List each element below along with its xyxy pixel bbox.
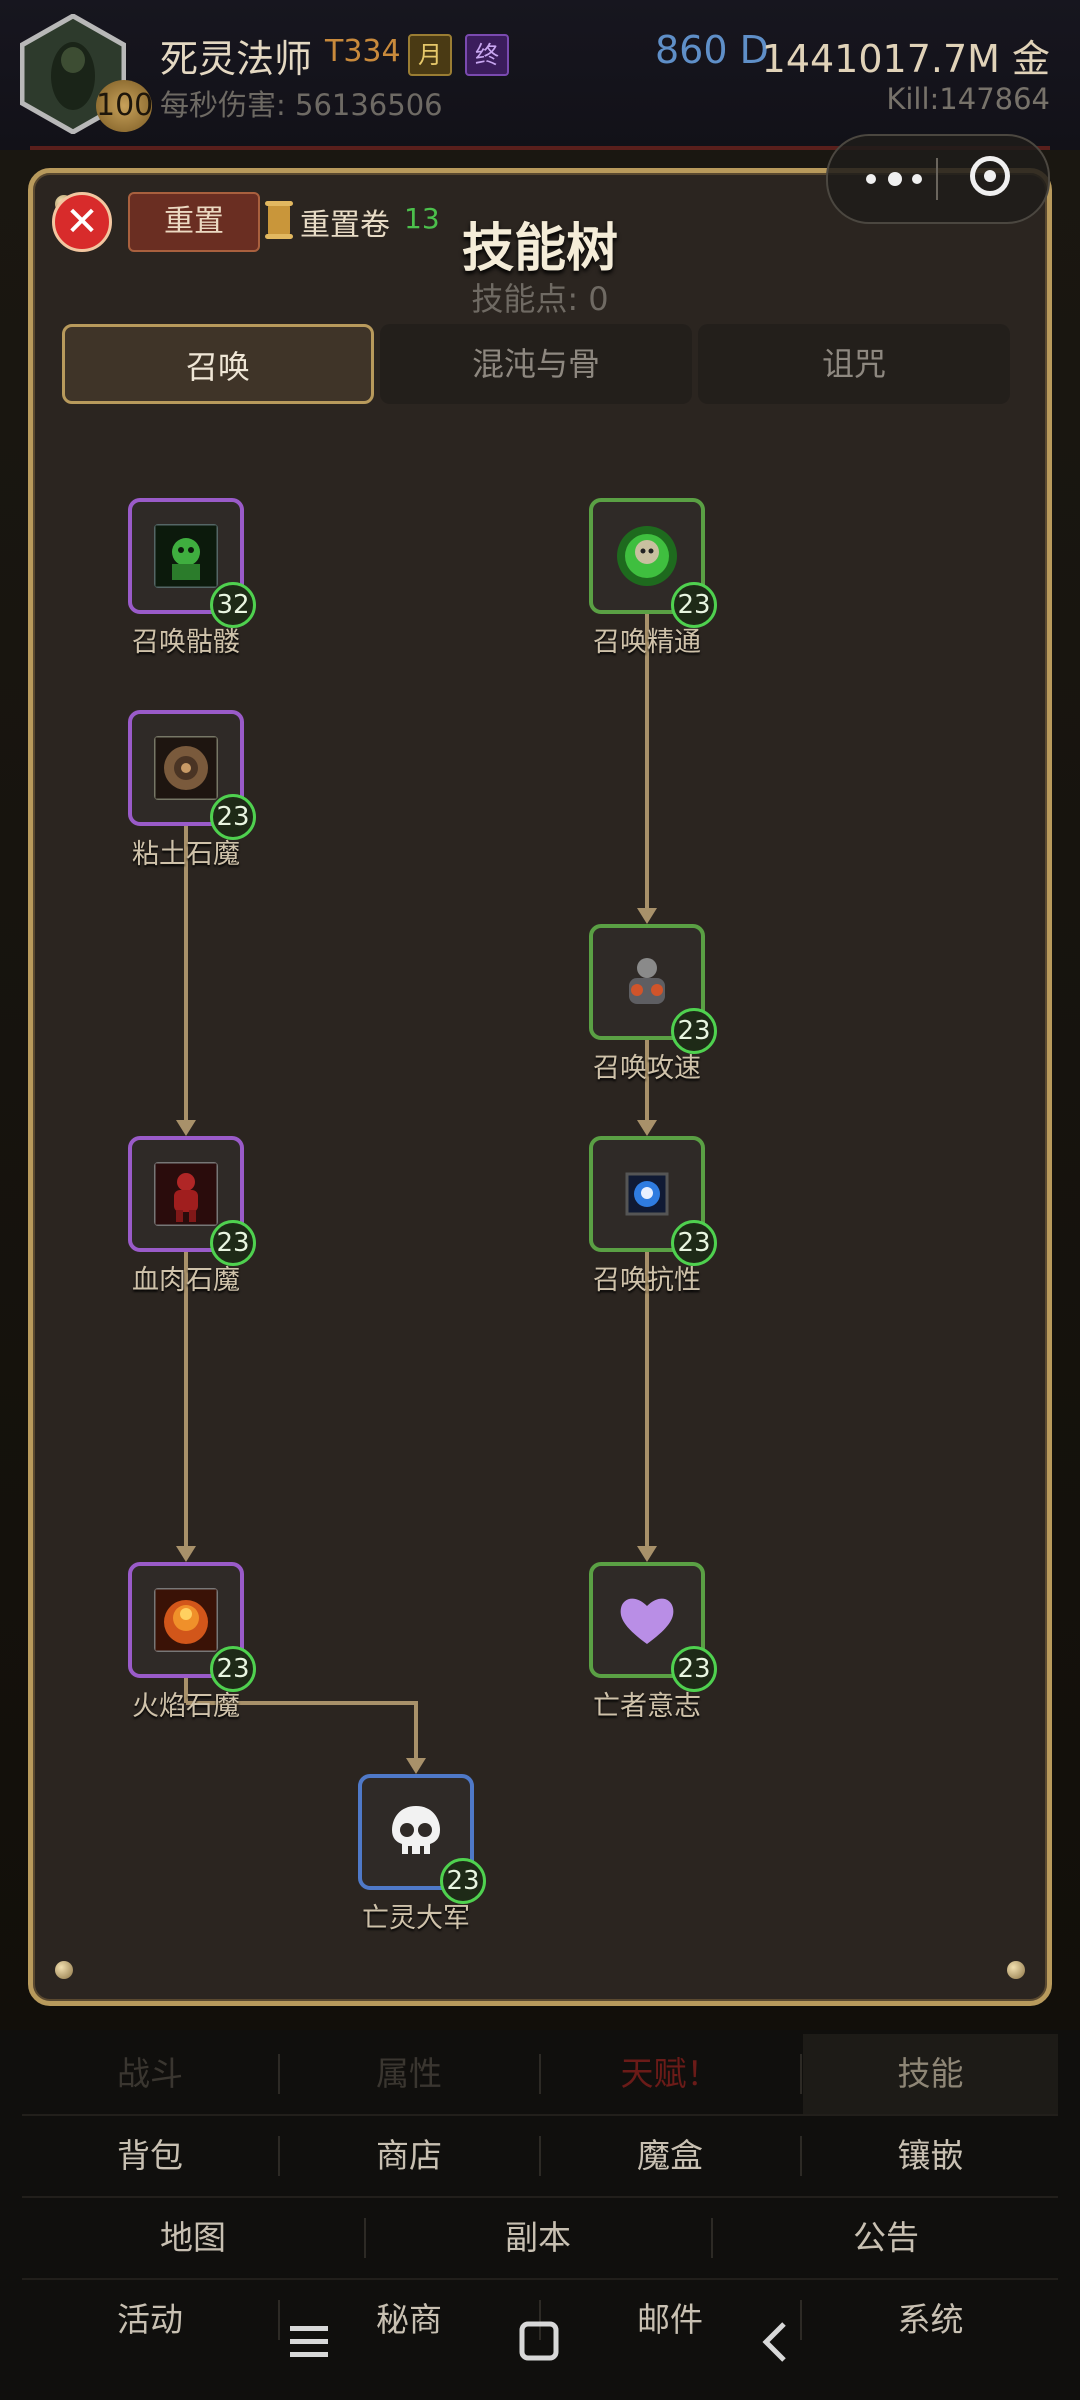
skill-label: 血肉石魔	[132, 1265, 240, 1296]
menu-divider	[539, 2054, 541, 2094]
skill-label: 亡者意志	[593, 1691, 701, 1722]
skill-label: 召唤精通	[593, 627, 701, 658]
skill-label: 火焰石魔	[132, 1691, 240, 1722]
menu-notice[interactable]: 公告	[714, 2198, 1058, 2278]
fire-golem-icon	[154, 1588, 218, 1652]
menu-divider	[278, 2136, 280, 2176]
back-nav-icon[interactable]	[752, 2312, 800, 2372]
menu-divider	[800, 2300, 802, 2340]
summon-resist-icon	[625, 1172, 669, 1216]
skill-label: 亡灵大军	[362, 1903, 470, 1934]
home-nav-icon[interactable]	[516, 2312, 564, 2372]
menu-dungeon[interactable]: 副本	[367, 2198, 709, 2278]
summon-mastery-icon	[617, 526, 677, 586]
skill-label: 召唤骷髅	[132, 627, 240, 658]
skeleton-icon	[154, 524, 218, 588]
menu-divider	[800, 2054, 802, 2094]
menu-nav-icon[interactable]	[286, 2312, 334, 2372]
blood-golem-icon	[154, 1162, 218, 1226]
summon-speed-icon	[629, 958, 665, 1004]
menu-attributes[interactable]: 属性	[281, 2034, 537, 2114]
heart-icon	[620, 1598, 674, 1644]
menu-socket[interactable]: 镶嵌	[803, 2116, 1058, 2196]
skill-label: 粘土石魔	[132, 839, 240, 870]
menu-divider	[364, 2218, 366, 2258]
menu-shop[interactable]: 商店	[281, 2116, 537, 2196]
skill-label: 召唤攻速	[593, 1053, 701, 1084]
menu-row-2: 背包 商店 魔盒 镶嵌	[22, 2116, 1058, 2196]
menu-map[interactable]: 地图	[22, 2198, 364, 2278]
menu-divider	[278, 2300, 280, 2340]
menu-row-1: 战斗 属性 天赋！ 技能	[22, 2034, 1058, 2114]
menu-divider	[278, 2054, 280, 2094]
skull-icon	[392, 1806, 440, 1854]
menu-divider	[800, 2136, 802, 2176]
menu-magic-box[interactable]: 魔盒	[542, 2116, 798, 2196]
menu-battle[interactable]: 战斗	[22, 2034, 278, 2114]
clay-golem-icon	[154, 736, 218, 800]
menu-divider	[711, 2218, 713, 2258]
menu-events[interactable]: 活动	[22, 2280, 278, 2360]
skill-label: 召唤抗性	[593, 1265, 701, 1296]
menu-system[interactable]: 系统	[803, 2280, 1058, 2360]
menu-skills[interactable]: 技能	[803, 2034, 1058, 2114]
menu-row-3: 地图 副本 公告	[22, 2198, 1058, 2278]
menu-backpack[interactable]: 背包	[22, 2116, 278, 2196]
menu-talent[interactable]: 天赋！	[542, 2034, 798, 2114]
menu-divider	[539, 2136, 541, 2176]
